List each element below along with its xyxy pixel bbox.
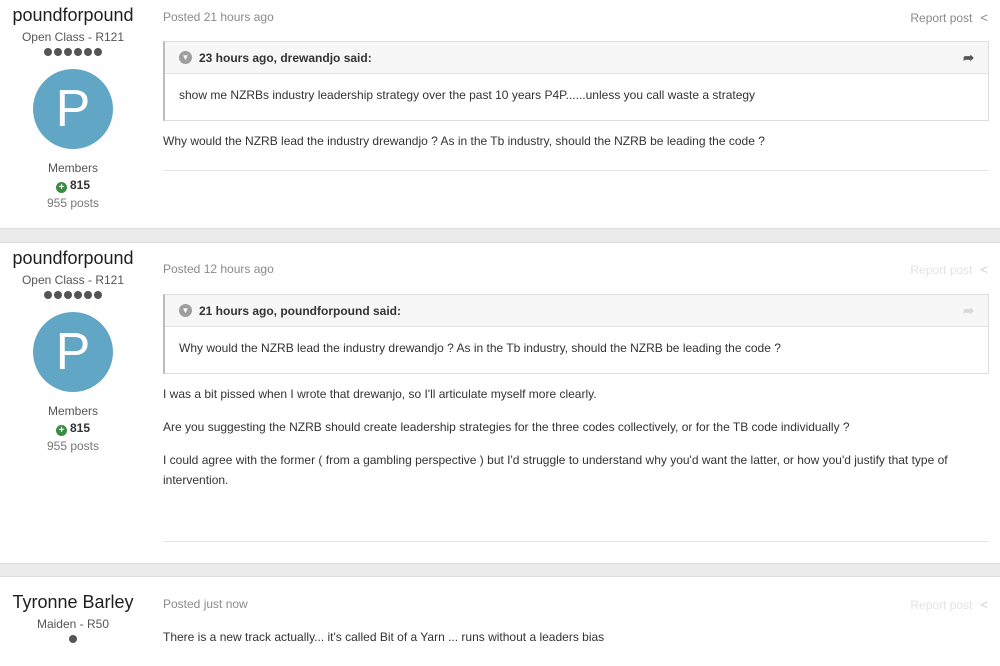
member-group: Members	[47, 404, 98, 418]
post-date[interactable]: Posted 21 hours ago	[163, 10, 274, 24]
share-icon[interactable]: <	[980, 262, 988, 277]
post-count: 955 posts	[46, 196, 100, 210]
author-panel: Tyronne Barley Maiden - R50	[0, 577, 146, 645]
post-date[interactable]: Posted just now	[163, 597, 248, 611]
author-rank: Maiden - R50	[36, 617, 110, 631]
reputation: +815	[0, 178, 146, 193]
reply-arrow-icon[interactable]: ➦	[963, 303, 974, 319]
author-rank: Open Class - R121	[21, 273, 125, 287]
rank-pips	[0, 48, 146, 58]
post-2: poundforpound Open Class - R121 P Member…	[0, 242, 1000, 564]
share-icon[interactable]: <	[980, 10, 988, 25]
post-3: Tyronne Barley Maiden - R50 Posted just …	[0, 576, 1000, 666]
share-icon[interactable]: <	[980, 597, 988, 612]
quote-header: ▼ 21 hours ago, poundforpound said: ➦	[165, 295, 988, 327]
post-count: 955 posts	[46, 439, 100, 453]
post-paragraph: I could agree with the former ( from a g…	[163, 453, 948, 487]
quote-block: ▼ 21 hours ago, poundforpound said: ➦ Wh…	[163, 294, 989, 374]
quote-header: ▼ 23 hours ago, drewandjo said: ➦	[165, 42, 988, 74]
author-name[interactable]: poundforpound	[0, 4, 146, 26]
avatar[interactable]: P	[33, 69, 113, 149]
post-paragraph: Why would the NZRB lead the industry dre…	[163, 134, 765, 148]
post-paragraph: Are you suggesting the NZRB should creat…	[163, 420, 850, 434]
quote-block: ▼ 23 hours ago, drewandjo said: ➦ show m…	[163, 41, 989, 121]
rank-pips	[0, 635, 146, 645]
chevron-down-icon[interactable]: ▼	[179, 51, 192, 64]
post-paragraph: There is a new track actually... it's ca…	[163, 630, 605, 644]
quote-text: show me NZRBs industry leadership strate…	[179, 88, 756, 102]
author-panel: poundforpound Open Class - R121 P Member…	[0, 243, 146, 453]
author-rank: Open Class - R121	[21, 30, 125, 44]
author-panel: poundforpound Open Class - R121 P Member…	[0, 0, 146, 210]
reputation: +815	[0, 421, 146, 436]
post-divider	[163, 170, 989, 171]
post-date[interactable]: Posted 12 hours ago	[163, 262, 274, 276]
author-name[interactable]: poundforpound	[0, 247, 146, 269]
reply-arrow-icon[interactable]: ➦	[963, 50, 974, 66]
chevron-down-icon[interactable]: ▼	[179, 304, 192, 317]
report-post-link[interactable]: Report post <	[910, 262, 988, 277]
report-post-link[interactable]: Report post <	[910, 10, 988, 25]
rank-pips	[0, 291, 146, 301]
post-paragraph: I was a bit pissed when I wrote that dre…	[163, 387, 597, 401]
member-group: Members	[47, 161, 98, 175]
quote-text: Why would the NZRB lead the industry dre…	[179, 341, 781, 355]
author-name[interactable]: Tyronne Barley	[0, 591, 146, 613]
post-divider	[163, 541, 989, 542]
plus-circle-icon: +	[55, 425, 67, 436]
plus-circle-icon: +	[55, 182, 67, 193]
avatar[interactable]: P	[33, 312, 113, 392]
post-1: poundforpound Open Class - R121 P Member…	[0, 0, 1000, 229]
report-post-link[interactable]: Report post <	[910, 597, 988, 612]
